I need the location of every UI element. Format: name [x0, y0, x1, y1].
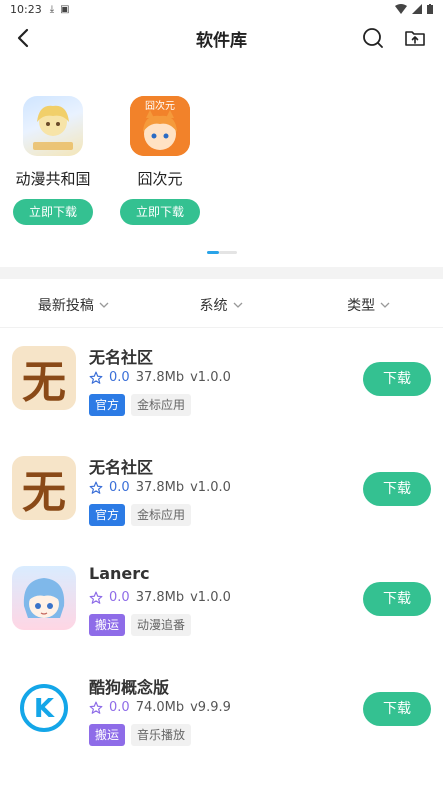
app-size: 37.8Mb: [135, 370, 185, 385]
filter-type[interactable]: 类型: [295, 282, 443, 327]
list-item[interactable]: Lanerc 0.0 37.8Mb v1.0.0 搬运 动漫追番 下载: [0, 550, 443, 660]
app-icon: 无: [12, 346, 76, 410]
star-icon: [89, 701, 103, 714]
star-icon: [89, 591, 103, 604]
featured-icon-text: 囧次元: [145, 99, 175, 112]
filter-label: 最新投稿: [37, 297, 94, 314]
app-tags: 搬运 动漫追番: [89, 614, 192, 636]
list-item[interactable]: 无 无名社区 0.0 37.8Mb v1.0.0 官方 金标应用 下载: [0, 440, 443, 550]
featured-app-icon: 囧次元: [130, 96, 190, 156]
source-badge: 搬运: [89, 614, 126, 636]
app-icon: K: [12, 676, 76, 740]
download-button[interactable]: 下载: [363, 582, 431, 616]
app-version: v9.9.9: [190, 700, 231, 715]
featured-app-name: 囧次元: [137, 170, 183, 188]
app-size: 37.8Mb: [135, 590, 185, 605]
carousel-indicator-track: [219, 251, 237, 254]
search-icon[interactable]: [361, 26, 385, 50]
app-name: 酷狗概念版: [89, 678, 170, 697]
featured-carousel[interactable]: 动漫共和国 立即下载 囧次元 囧次元 立即下载: [0, 58, 443, 268]
upload-folder-icon[interactable]: [403, 26, 427, 50]
app-size: 37.8Mb: [135, 480, 185, 495]
app-name: 无名社区: [89, 348, 154, 367]
featured-download-button[interactable]: 立即下载: [120, 199, 200, 225]
star-icon: [89, 481, 103, 494]
back-arrow-icon[interactable]: [12, 26, 36, 50]
category-badge: 金标应用: [131, 504, 192, 526]
app-icon: 无: [12, 456, 76, 520]
category-badge: 音乐播放: [131, 724, 192, 746]
carousel-indicator-active: [207, 251, 219, 254]
download-button[interactable]: 下载: [363, 692, 431, 726]
filter-label: 系统: [199, 297, 228, 314]
app-tags: 官方 金标应用: [89, 394, 192, 416]
filter-bar: 最新投稿 系统 类型: [0, 282, 443, 328]
filter-label: 类型: [347, 297, 376, 314]
app-rating: 0.0: [109, 370, 130, 385]
battery-icon: [427, 4, 433, 14]
app-rating: 0.0: [109, 700, 130, 715]
star-icon: [89, 371, 103, 384]
app-bar: 软件库: [0, 18, 443, 58]
chevron-down-icon: [380, 302, 390, 308]
app-list: 无 无名社区 0.0 37.8Mb v1.0.0 官方 金标应用 下载 无 无名…: [0, 330, 443, 770]
status-time: 10:23: [10, 2, 42, 16]
app-version: v1.0.0: [190, 590, 231, 605]
category-badge: 金标应用: [131, 394, 192, 416]
download-status-icon: ⤓: [49, 3, 55, 15]
featured-app-name: 动漫共和国: [15, 170, 91, 188]
source-badge: 官方: [89, 394, 126, 416]
list-item[interactable]: 无 无名社区 0.0 37.8Mb v1.0.0 官方 金标应用 下载: [0, 330, 443, 440]
app-version: v1.0.0: [190, 480, 231, 495]
chevron-down-icon: [233, 302, 242, 308]
list-item[interactable]: K 酷狗概念版 0.0 74.0Mb v9.9.9 搬运 音乐播放 下载: [0, 660, 443, 770]
source-badge: 官方: [89, 504, 126, 526]
chevron-down-icon: [99, 302, 109, 308]
app-rating: 0.0: [109, 480, 130, 495]
app-tags: 搬运 音乐播放: [89, 724, 192, 746]
status-bar: 10:23 ⤓ ▣: [0, 0, 443, 18]
notification-icon: ▣: [60, 3, 70, 15]
filter-latest[interactable]: 最新投稿: [0, 282, 148, 327]
featured-app-card[interactable]: 囧次元 囧次元 立即下载: [110, 96, 210, 225]
featured-app-icon: [23, 96, 83, 156]
app-meta: 0.0 37.8Mb v1.0.0: [89, 370, 231, 385]
app-name: 无名社区: [89, 458, 154, 477]
featured-app-card[interactable]: 动漫共和国 立即下载: [3, 96, 103, 225]
app-meta: 0.0 74.0Mb v9.9.9: [89, 700, 231, 715]
download-button[interactable]: 下载: [363, 362, 431, 396]
source-badge: 搬运: [89, 724, 126, 746]
app-icon-letter: K: [34, 694, 55, 724]
signal-icon: [412, 4, 422, 14]
app-version: v1.0.0: [190, 370, 231, 385]
app-rating: 0.0: [109, 590, 130, 605]
section-divider: [0, 267, 443, 279]
app-icon: [12, 566, 76, 630]
category-badge: 动漫追番: [131, 614, 192, 636]
download-button[interactable]: 下载: [363, 472, 431, 506]
app-tags: 官方 金标应用: [89, 504, 192, 526]
app-name: Lanerc: [89, 564, 150, 583]
app-meta: 0.0 37.8Mb v1.0.0: [89, 590, 231, 605]
app-size: 74.0Mb: [135, 700, 185, 715]
filter-system[interactable]: 系统: [148, 282, 296, 327]
app-meta: 0.0 37.8Mb v1.0.0: [89, 480, 231, 495]
wifi-icon: [395, 4, 407, 14]
featured-download-button[interactable]: 立即下载: [13, 199, 93, 225]
